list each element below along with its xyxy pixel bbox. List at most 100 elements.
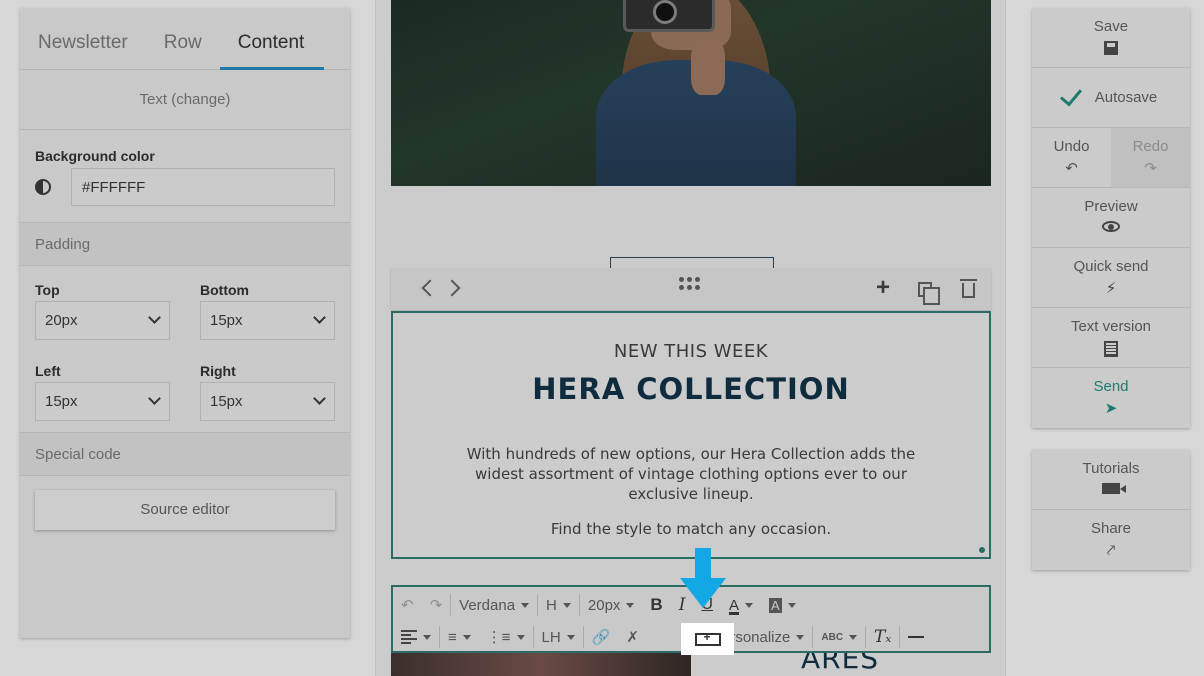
redo-button[interactable]: Redo ↷ (1111, 128, 1190, 187)
source-editor-button[interactable]: Source editor (35, 490, 335, 530)
bold-icon[interactable]: B (642, 591, 670, 619)
help-panel: Tutorials Share ⤤ (1032, 450, 1190, 570)
preview-label: Preview (1084, 198, 1138, 215)
font-color-icon[interactable]: A (721, 591, 761, 619)
tab-row[interactable]: Row (146, 8, 220, 69)
chevron-down-icon (148, 392, 161, 405)
headline-text: HERA COLLECTION (532, 372, 850, 406)
padding-bottom-label: Bottom (200, 282, 249, 298)
change-block-type-link[interactable]: Text (change) (20, 70, 350, 130)
hero-image[interactable] (391, 0, 991, 186)
caret-down-icon (516, 634, 525, 640)
line-height-value: LH (541, 628, 561, 646)
bolt-icon: ⚡ (1105, 280, 1117, 297)
send-label: Send (1093, 378, 1129, 395)
caret-down-icon (745, 602, 753, 608)
hero-image-lens (653, 0, 677, 24)
body-paragraph-2: Find the style to match any occasion. (550, 520, 832, 538)
actions-panel: Save Autosave Undo ↶ Redo ↷ Preview Quic… (1032, 8, 1190, 428)
move-right-icon[interactable] (443, 279, 461, 297)
duplicate-icon[interactable] (918, 282, 940, 305)
undo-label: Undo (1053, 138, 1090, 155)
special-code-header[interactable]: Special code (20, 432, 350, 476)
caret-down-icon (849, 634, 858, 640)
redo-label: Redo (1132, 138, 1169, 155)
autosave-toggle[interactable]: Autosave (1032, 68, 1190, 128)
ordered-list-icon[interactable]: ≡ (440, 623, 479, 651)
preview-button[interactable]: Preview (1032, 188, 1190, 248)
unlink-icon[interactable]: ✗ (618, 623, 647, 651)
heading-select[interactable]: H (538, 591, 579, 619)
heading-value: H (546, 596, 557, 614)
padding-header[interactable]: Padding (20, 222, 350, 266)
clear-format-icon[interactable]: Tₓ (866, 623, 899, 651)
undo-redo-row: Undo ↶ Redo ↷ (1032, 128, 1190, 188)
padding-bottom-value: 15px (210, 312, 243, 329)
caret-down-icon (462, 634, 471, 640)
caret-down-icon (521, 602, 530, 608)
undo-button[interactable]: Undo ↶ (1032, 128, 1111, 187)
share-label: Share (1090, 520, 1132, 537)
insert-button-icon[interactable] (681, 623, 734, 655)
body-paragraph: With hundreds of new options, our Hera C… (466, 445, 916, 503)
tutorials-button[interactable]: Tutorials (1032, 450, 1190, 510)
drag-handle-icon[interactable] (679, 277, 700, 290)
redo-icon: ↷ (1144, 160, 1157, 177)
align-left-icon[interactable] (393, 623, 439, 651)
text-version-button[interactable]: Text version (1032, 308, 1190, 368)
padding-fields: Top 20px Bottom 15px Left 15px Right 15p… (20, 266, 350, 432)
delete-icon[interactable] (960, 279, 977, 298)
background-color-input[interactable] (71, 168, 335, 206)
background-color-section: Background color (20, 130, 350, 222)
padding-bottom-select[interactable]: 15px (200, 301, 335, 340)
background-color-label: Background color (35, 148, 155, 164)
padding-top-select[interactable]: 20px (35, 301, 170, 340)
save-icon (1104, 41, 1118, 55)
font-family-value: Verdana (459, 596, 516, 614)
tab-content[interactable]: Content (219, 8, 324, 70)
undo-icon: ↶ (1065, 160, 1078, 177)
check-icon (1059, 82, 1082, 107)
tab-newsletter[interactable]: Newsletter (20, 8, 146, 69)
email-canvas: + NEW THIS WEEK HERA COLLECTION With hun… (375, 0, 1006, 676)
redo-icon[interactable]: ↷ (422, 591, 451, 619)
send-button[interactable]: Send ➤ (1032, 368, 1190, 428)
save-label: Save (1093, 18, 1129, 35)
eye-icon (1102, 221, 1120, 232)
link-icon[interactable]: 🔗 (584, 623, 619, 651)
move-left-icon[interactable] (421, 279, 439, 297)
resize-handle[interactable] (979, 547, 985, 553)
caret-down-icon (562, 602, 571, 608)
save-button[interactable]: Save (1032, 8, 1190, 68)
font-size-select[interactable]: 20px (580, 591, 643, 619)
paper-plane-icon: ➤ (1104, 400, 1118, 417)
caret-down-icon (423, 634, 431, 640)
horizontal-rule-icon[interactable] (900, 623, 932, 651)
document-icon (1104, 341, 1118, 357)
background-color-icon[interactable]: A (761, 591, 804, 619)
bullet-list-icon[interactable]: ⋮≡ (479, 623, 533, 651)
caret-down-icon (796, 634, 805, 640)
font-family-select[interactable]: Verdana (451, 591, 537, 619)
padding-right-select[interactable]: 15px (200, 382, 335, 421)
padding-left-select[interactable]: 15px (35, 382, 170, 421)
padding-right-value: 15px (210, 393, 243, 410)
text-block[interactable]: NEW THIS WEEK HERA COLLECTION With hundr… (391, 311, 991, 559)
product-image[interactable] (391, 653, 691, 676)
caret-down-icon (566, 634, 575, 640)
hero-image-hand (691, 40, 725, 95)
quick-send-button[interactable]: Quick send ⚡ (1032, 248, 1190, 308)
padding-left-value: 15px (45, 393, 78, 410)
undo-icon[interactable]: ↶ (393, 591, 422, 619)
share-icon: ⤤ (1106, 542, 1116, 559)
annotation-arrow-icon (680, 548, 726, 610)
tutorials-label: Tutorials (1082, 460, 1140, 477)
share-button[interactable]: Share ⤤ (1032, 510, 1190, 570)
contrast-icon[interactable] (35, 179, 51, 195)
settings-tabs: Newsletter Row Content (20, 8, 350, 70)
line-height-select[interactable]: LH (534, 623, 583, 651)
autosave-label: Autosave (1094, 89, 1158, 106)
add-block-icon[interactable]: + (876, 276, 890, 300)
chevron-down-icon (148, 311, 161, 324)
spellcheck-icon[interactable]: ABC (813, 623, 865, 651)
